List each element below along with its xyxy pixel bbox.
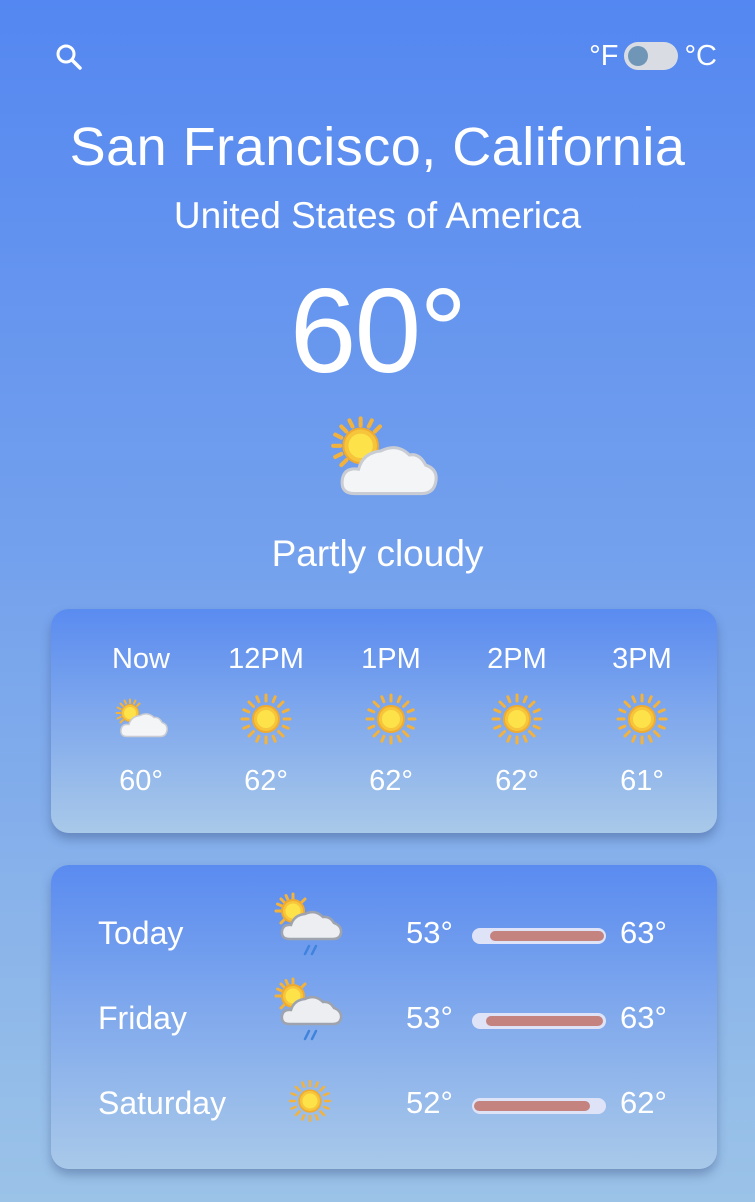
- fahrenheit-label[interactable]: °F: [589, 40, 618, 73]
- hourly-item: 12PM 62°: [206, 609, 326, 833]
- current-temperature: 60°: [289, 264, 467, 398]
- temperature-range-fill: [474, 1101, 590, 1111]
- unit-switch-knob: [628, 46, 649, 66]
- partly-cloudy-icon: [322, 412, 444, 504]
- low-temperature: 53°: [406, 1000, 453, 1035]
- sun-icon: [288, 1079, 332, 1123]
- unit-switch[interactable]: [624, 42, 679, 70]
- daily-row: Today 53° 63°: [51, 891, 717, 975]
- daily-row: Friday 53° 63°: [51, 976, 717, 1060]
- country-name: United States of America: [173, 195, 582, 236]
- sun-icon: [361, 689, 421, 749]
- hour-temperature: 60°: [119, 765, 163, 797]
- high-temperature: 62°: [620, 1085, 667, 1120]
- temperature-range-bar: [472, 1013, 606, 1029]
- hourly-item: 2PM 62°: [457, 609, 577, 833]
- low-temperature: 52°: [406, 1085, 453, 1120]
- city-name: San Francisco, California: [69, 117, 686, 177]
- low-temperature: 53°: [406, 915, 453, 950]
- celsius-label[interactable]: °C: [684, 40, 717, 73]
- day-name: Friday: [98, 1000, 187, 1036]
- hourly-forecast-card: Now 60° 12PM 62° 1PM 62° 2PM 62° 3PM 61°: [51, 609, 717, 833]
- top-bar: °F °C: [0, 0, 755, 110]
- day-name: Today: [98, 915, 184, 951]
- hour-label: 3PM: [612, 643, 672, 675]
- partly-cloudy-rain-icon: [273, 976, 347, 1056]
- hour-label: 1PM: [361, 643, 421, 675]
- partly-cloudy-icon: [111, 689, 171, 749]
- hour-temperature: 62°: [495, 765, 539, 797]
- hour-temperature: 62°: [369, 765, 413, 797]
- sun-icon: [612, 689, 672, 749]
- high-temperature: 63°: [620, 915, 667, 950]
- unit-toggle: °F °C: [589, 38, 717, 74]
- search-button[interactable]: [52, 40, 88, 76]
- sun-icon: [236, 689, 296, 749]
- search-icon: [56, 44, 82, 70]
- hourly-item: Now 60°: [81, 609, 201, 833]
- hour-temperature: 61°: [620, 765, 664, 797]
- daily-row: Saturday 52° 62°: [51, 1061, 717, 1145]
- temperature-range-bar: [472, 1098, 606, 1114]
- hour-label: Now: [111, 643, 170, 675]
- current-condition: Partly cloudy: [271, 533, 484, 574]
- high-temperature: 63°: [620, 1000, 667, 1035]
- hourly-item: 1PM 62°: [331, 609, 451, 833]
- hourly-item: 3PM 61°: [582, 609, 702, 833]
- day-name: Saturday: [98, 1085, 227, 1121]
- hour-label: 2PM: [487, 643, 547, 675]
- temperature-range-bar: [472, 928, 606, 944]
- sun-icon: [487, 689, 547, 749]
- partly-cloudy-rain-icon: [273, 891, 347, 971]
- hour-temperature: 62°: [244, 765, 288, 797]
- temperature-range-fill: [489, 931, 604, 941]
- hour-label: 12PM: [228, 643, 304, 675]
- temperature-range-fill: [485, 1016, 603, 1026]
- daily-forecast-card: Today 53° 63° Friday 53° 63° Saturday 52…: [51, 865, 717, 1169]
